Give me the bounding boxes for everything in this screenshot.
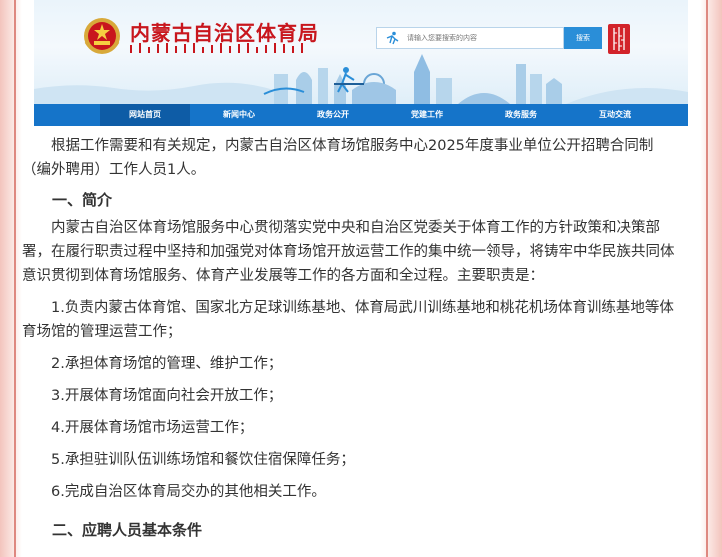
- article-body: 根据工作需要和有关规定，内蒙古自治区体育场馆服务中心2025年度事业单位公开招聘…: [22, 134, 682, 546]
- duty-item: 5.承担驻训队伍训练场馆和餐饮住宿保障任务；: [51, 452, 355, 468]
- duty-item: 3.开展体育场馆面向社会开放工作；: [51, 388, 283, 404]
- duty-item: 6.完成自治区体育局交办的其他相关工作。: [51, 484, 326, 500]
- nav-item-government-affairs[interactable]: 政务公开: [288, 104, 378, 126]
- section-intro-paragraph: 内蒙古自治区体育场馆服务中心贯彻落实党中央和自治区党委关于体育工作的方针政策和决…: [22, 220, 675, 284]
- site-title[interactable]: 内蒙古自治区体育局: [130, 17, 319, 46]
- right-frame-decoration: [700, 0, 722, 557]
- runner-logo-icon: [386, 31, 399, 45]
- section-heading-intro: 一、简介: [52, 191, 113, 209]
- intro-paragraph: 根据工作需要和有关规定，内蒙古自治区体育场馆服务中心2025年度事业单位公开招聘…: [22, 138, 654, 178]
- nav-item-interaction[interactable]: 互动交流: [570, 104, 660, 126]
- site-header-banner: 内蒙古自治区体育局 搜索: [34, 0, 688, 104]
- left-frame-decoration: [0, 0, 22, 557]
- nav-item-government-services[interactable]: 政务服务: [476, 104, 566, 126]
- main-navigation: 网站首页 新闻中心 政务公开 党建工作 政务服务 互动交流: [34, 104, 688, 126]
- nav-item-party-building[interactable]: 党建工作: [382, 104, 472, 126]
- right-frame-line: [706, 0, 708, 557]
- nav-item-news[interactable]: 新闻中心: [194, 104, 284, 126]
- duty-item: 4.开展体育场馆市场运营工作；: [51, 420, 254, 436]
- nav-item-home[interactable]: 网站首页: [100, 104, 190, 126]
- left-frame-line: [14, 0, 16, 557]
- section-heading-requirements: 二、应聘人员基本条件: [52, 521, 203, 539]
- duty-item: 2.承担体育场馆的管理、维护工作；: [51, 356, 283, 372]
- city-skyline-illustration: [34, 54, 688, 104]
- duty-item: 1.负责内蒙古体育馆、国家北方足球训练基地、体育局武川训练基地和桃花机场体育训练…: [22, 300, 674, 340]
